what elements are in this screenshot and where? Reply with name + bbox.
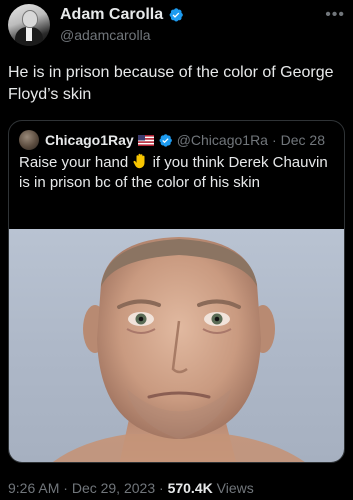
tweet-date[interactable]: Dec 29, 2023 <box>72 480 155 496</box>
tweet-time[interactable]: 9:26 AM <box>8 480 59 496</box>
author-name[interactable]: Adam Carolla <box>60 6 163 24</box>
mugshot-photo[interactable] <box>9 229 344 462</box>
quoted-separator: · <box>271 132 277 148</box>
quoted-tweet-card[interactable]: Chicago1Ray @Chicago1Ra · Dec 28 Raise y… <box>8 120 345 463</box>
quoted-author-handle: @Chicago1Ra <box>176 132 268 148</box>
quoted-author-avatar <box>19 130 39 150</box>
views-label: Views <box>212 480 254 496</box>
tweet-header: Adam Carolla @adamcarolla ••• <box>8 4 345 48</box>
quoted-author-name: Chicago1Ray <box>45 132 134 148</box>
quoted-tweet-text: Raise your hand if you think Derek Chauv… <box>19 153 334 193</box>
tweet-footer: 9:26 AM · Dec 29, 2023 · 570.4K Views <box>8 480 254 496</box>
quoted-date: Dec 28 <box>280 132 325 148</box>
quoted-text-before-emoji: Raise your hand <box>19 154 133 171</box>
tweet-text: He is in prison because of the color of … <box>8 64 334 103</box>
author-avatar[interactable] <box>8 4 50 46</box>
views-count[interactable]: 570.4K <box>168 480 213 496</box>
verified-badge-icon <box>169 8 183 22</box>
raised-hand-icon <box>133 153 145 169</box>
author-handle[interactable]: @adamcarolla <box>60 27 150 43</box>
author-name-row: Adam Carolla <box>60 6 184 24</box>
footer-separator-2: · <box>155 480 168 496</box>
us-flag-icon <box>137 134 154 146</box>
more-options-icon[interactable]: ••• <box>325 6 345 24</box>
footer-separator-1: · <box>59 480 72 496</box>
quoted-tweet-header: Chicago1Ray @Chicago1Ra · Dec 28 <box>19 130 336 150</box>
mugshot-illustration <box>53 237 305 462</box>
quoted-verified-badge-icon <box>159 133 172 147</box>
